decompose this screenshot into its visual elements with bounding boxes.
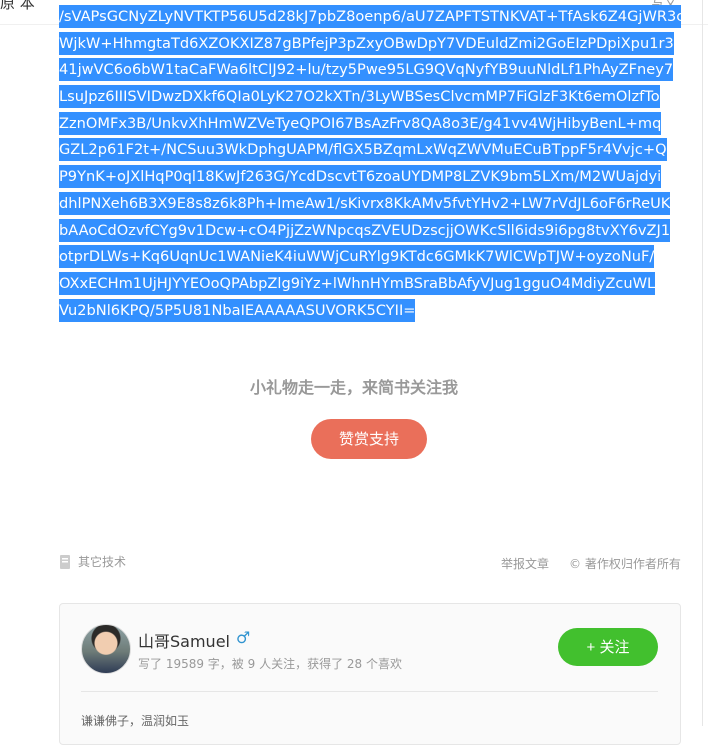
author-card: 山哥Samuel ♂ 写了 19589 字，被 9 人关注，获得了 28 个喜欢… xyxy=(59,603,681,745)
avatar[interactable] xyxy=(81,624,131,674)
selected-text-content: ZznOMFx3B/UnkvXhHmWZVeTyeQPOI67BsAzFrv8Q… xyxy=(59,111,662,135)
copyright-notice: © 著作权归作者所有 xyxy=(569,557,681,571)
author-stats: 写了 19589 字，被 9 人关注，获得了 28 个喜欢 xyxy=(138,657,402,671)
selected-text-line[interactable]: dhlPNXeh6B3X9E8s8z6k8Ph+ImeAw1/sKivrx8Kk… xyxy=(59,191,681,218)
selected-text-line[interactable]: otprDLWs+Kq6UqnUc1WANieK4iuWWjCuRYlg9KTd… xyxy=(59,244,681,271)
selected-text-line[interactable]: OXxECHm1UjHJYYEOoQPAbpZlg9iYz+lWhnHYmBSr… xyxy=(59,271,681,298)
selected-text-content: P9YnK+oJXlHqP0ql18KwJf263G/YcdDscvtT6zoa… xyxy=(59,165,662,189)
header-left-text: 原 本 xyxy=(0,0,35,12)
selected-text-content: GZL2p61F2t+/NCSuu3WkDphgUAPM/flGX5BZqmLx… xyxy=(59,138,667,162)
report-article-link[interactable]: 举报文章 xyxy=(501,555,549,572)
selected-text-content: WjkW+HhmgtaTd6XZOKXIZ87gBPfejP3pZxyOBwDp… xyxy=(59,31,674,55)
selected-text-content: bAAoCdOzvfCYg9v1Dcw+cO4PjjZzWNpcqsZVEUDz… xyxy=(59,218,671,242)
collection-link[interactable]: 其它技术 xyxy=(59,553,126,570)
selected-text-line[interactable]: Vu2bNl6KPQ/5P5U81NbaIEAAAAASUVORK5CYII= xyxy=(59,298,681,325)
collection-name: 其它技术 xyxy=(78,555,127,569)
selected-text-line[interactable]: bAAoCdOzvfCYg9v1Dcw+cO4PjjZzWNpcqsZVEUDz… xyxy=(59,218,681,245)
author-name[interactable]: 山哥Samuel xyxy=(138,628,230,652)
article-meta-row: 其它技术 举报文章 © 著作权归作者所有 xyxy=(59,553,681,573)
male-icon: ♂ xyxy=(236,628,251,647)
reward-support-button[interactable]: 赞赏支持 xyxy=(311,419,427,459)
selected-text-line[interactable]: GZL2p61F2t+/NCSuu3WkDphgUAPM/flGX5BZqmLx… xyxy=(59,137,681,164)
selected-text-line[interactable]: ZznOMFx3B/UnkvXhHmWZVeTyeQPOI67BsAzFrv8Q… xyxy=(59,111,681,138)
selected-text-content: 41jwVC6o6bW1taCaFWa6ltCIJ92+lu/tzy5Pwe95… xyxy=(59,58,674,82)
selected-text-line[interactable]: WjkW+HhmgtaTd6XZOKXIZ87gBPfejP3pZxyOBwDp… xyxy=(59,31,681,58)
selected-text-content: LsuJpz6IIISVIDwzDXkf6QIa0LyK27O2kXTn/3Ly… xyxy=(59,85,660,109)
selected-text-content: OXxECHm1UjHJYYEOoQPAbpZlg9iYz+lWhnHYmBSr… xyxy=(59,271,656,295)
reward-prompt: 小礼物走一走，来简书关注我 xyxy=(249,378,458,397)
selected-text-content: /sVAPsGCNyZLyNVTKTP56U5d28kJ7pbZ8oenp6/a… xyxy=(59,5,681,28)
card-divider xyxy=(81,691,658,692)
page-edge-divider xyxy=(702,0,703,726)
selected-text-line[interactable]: LsuJpz6IIISVIDwzDXkf6QIa0LyK27O2kXTn/3Ly… xyxy=(59,84,681,111)
author-bio: 谦谦佛子，温润如玉 xyxy=(81,714,190,728)
selected-text-line[interactable]: /sVAPsGCNyZLyNVTKTP56U5d28kJ7pbZ8oenp6/a… xyxy=(59,4,681,31)
selected-text-content: otprDLWs+Kq6UqnUc1WANieK4iuWWjCuRYlg9KTd… xyxy=(59,245,655,269)
selected-base64-text[interactable]: /sVAPsGCNyZLyNVTKTP56U5d28kJ7pbZ8oenp6/a… xyxy=(59,4,681,324)
selected-text-line[interactable]: P9YnK+oJXlHqP0ql18KwJf263G/YcdDscvtT6zoa… xyxy=(59,164,681,191)
selected-text-content: Vu2bNl6KPQ/5P5U81NbaIEAAAAASUVORK5CYII= xyxy=(59,298,416,322)
selected-text-line[interactable]: 41jwVC6o6bW1taCaFWa6ltCIJ92+lu/tzy5Pwe95… xyxy=(59,57,681,84)
notebook-icon xyxy=(60,554,70,569)
follow-button[interactable]: + 关注 xyxy=(558,628,658,666)
selected-text-content: dhlPNXeh6B3X9E8s8z6k8Ph+ImeAw1/sKivrx8Kk… xyxy=(59,191,671,215)
